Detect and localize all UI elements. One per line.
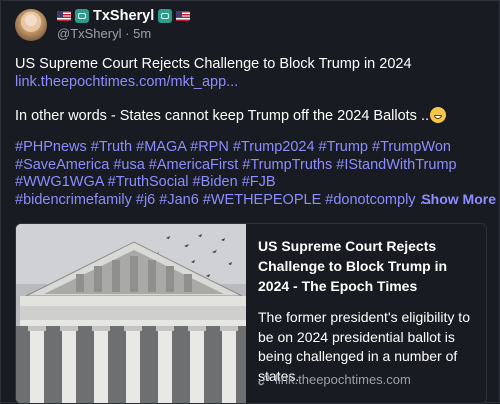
card-domain-row: link.theepochtimes.com: [258, 372, 411, 387]
card-thumbnail[interactable]: [16, 224, 246, 403]
post-card: TxSheryl @TxSheryl · 5m US Supreme Court…: [0, 0, 500, 404]
show-more-button[interactable]: Show More: [421, 191, 496, 207]
post-link[interactable]: link.theepochtimes.com/mkt_app...: [15, 74, 238, 90]
hashtag-line[interactable]: #SaveAmerica #usa #AmericaFirst #TrumpTr…: [15, 157, 495, 175]
link-icon: [258, 374, 270, 385]
us-flag-icon: [176, 11, 191, 21]
separator: ·: [125, 26, 130, 41]
post-body-text: In other words - States cannot keep Trum…: [15, 108, 430, 124]
robot-icon: [75, 9, 89, 23]
timestamp[interactable]: 5m: [133, 26, 151, 41]
card-title[interactable]: US Supreme Court Rejects Challenge to Bl…: [258, 236, 480, 296]
post-body: In other words - States cannot keep Trum…: [15, 107, 447, 124]
handle-row: @TxSheryl · 5m: [57, 26, 151, 41]
display-name[interactable]: TxSheryl: [93, 8, 154, 24]
grinning-face-icon: [430, 107, 447, 123]
author-name-row[interactable]: TxSheryl: [57, 7, 191, 25]
link-preview-card[interactable]: US Supreme Court Rejects Challenge to Bl…: [15, 223, 487, 404]
us-flag-icon: [57, 11, 71, 21]
hashtag-line[interactable]: #PHPnews #Truth #MAGA #RPN #Trump2024 #T…: [15, 139, 495, 157]
handle[interactable]: @TxSheryl: [57, 26, 122, 41]
robot-icon: [158, 9, 173, 23]
card-text: US Supreme Court Rejects Challenge to Bl…: [258, 236, 480, 386]
post-text-title: US Supreme Court Rejects Challenge to Bl…: [15, 56, 412, 72]
avatar[interactable]: [15, 9, 47, 41]
supreme-court-building-image: [16, 224, 246, 403]
hashtag-line[interactable]: #WWG1WGA #TruthSocial #Biden #FJB: [15, 174, 495, 192]
card-domain: link.theepochtimes.com: [275, 372, 411, 387]
